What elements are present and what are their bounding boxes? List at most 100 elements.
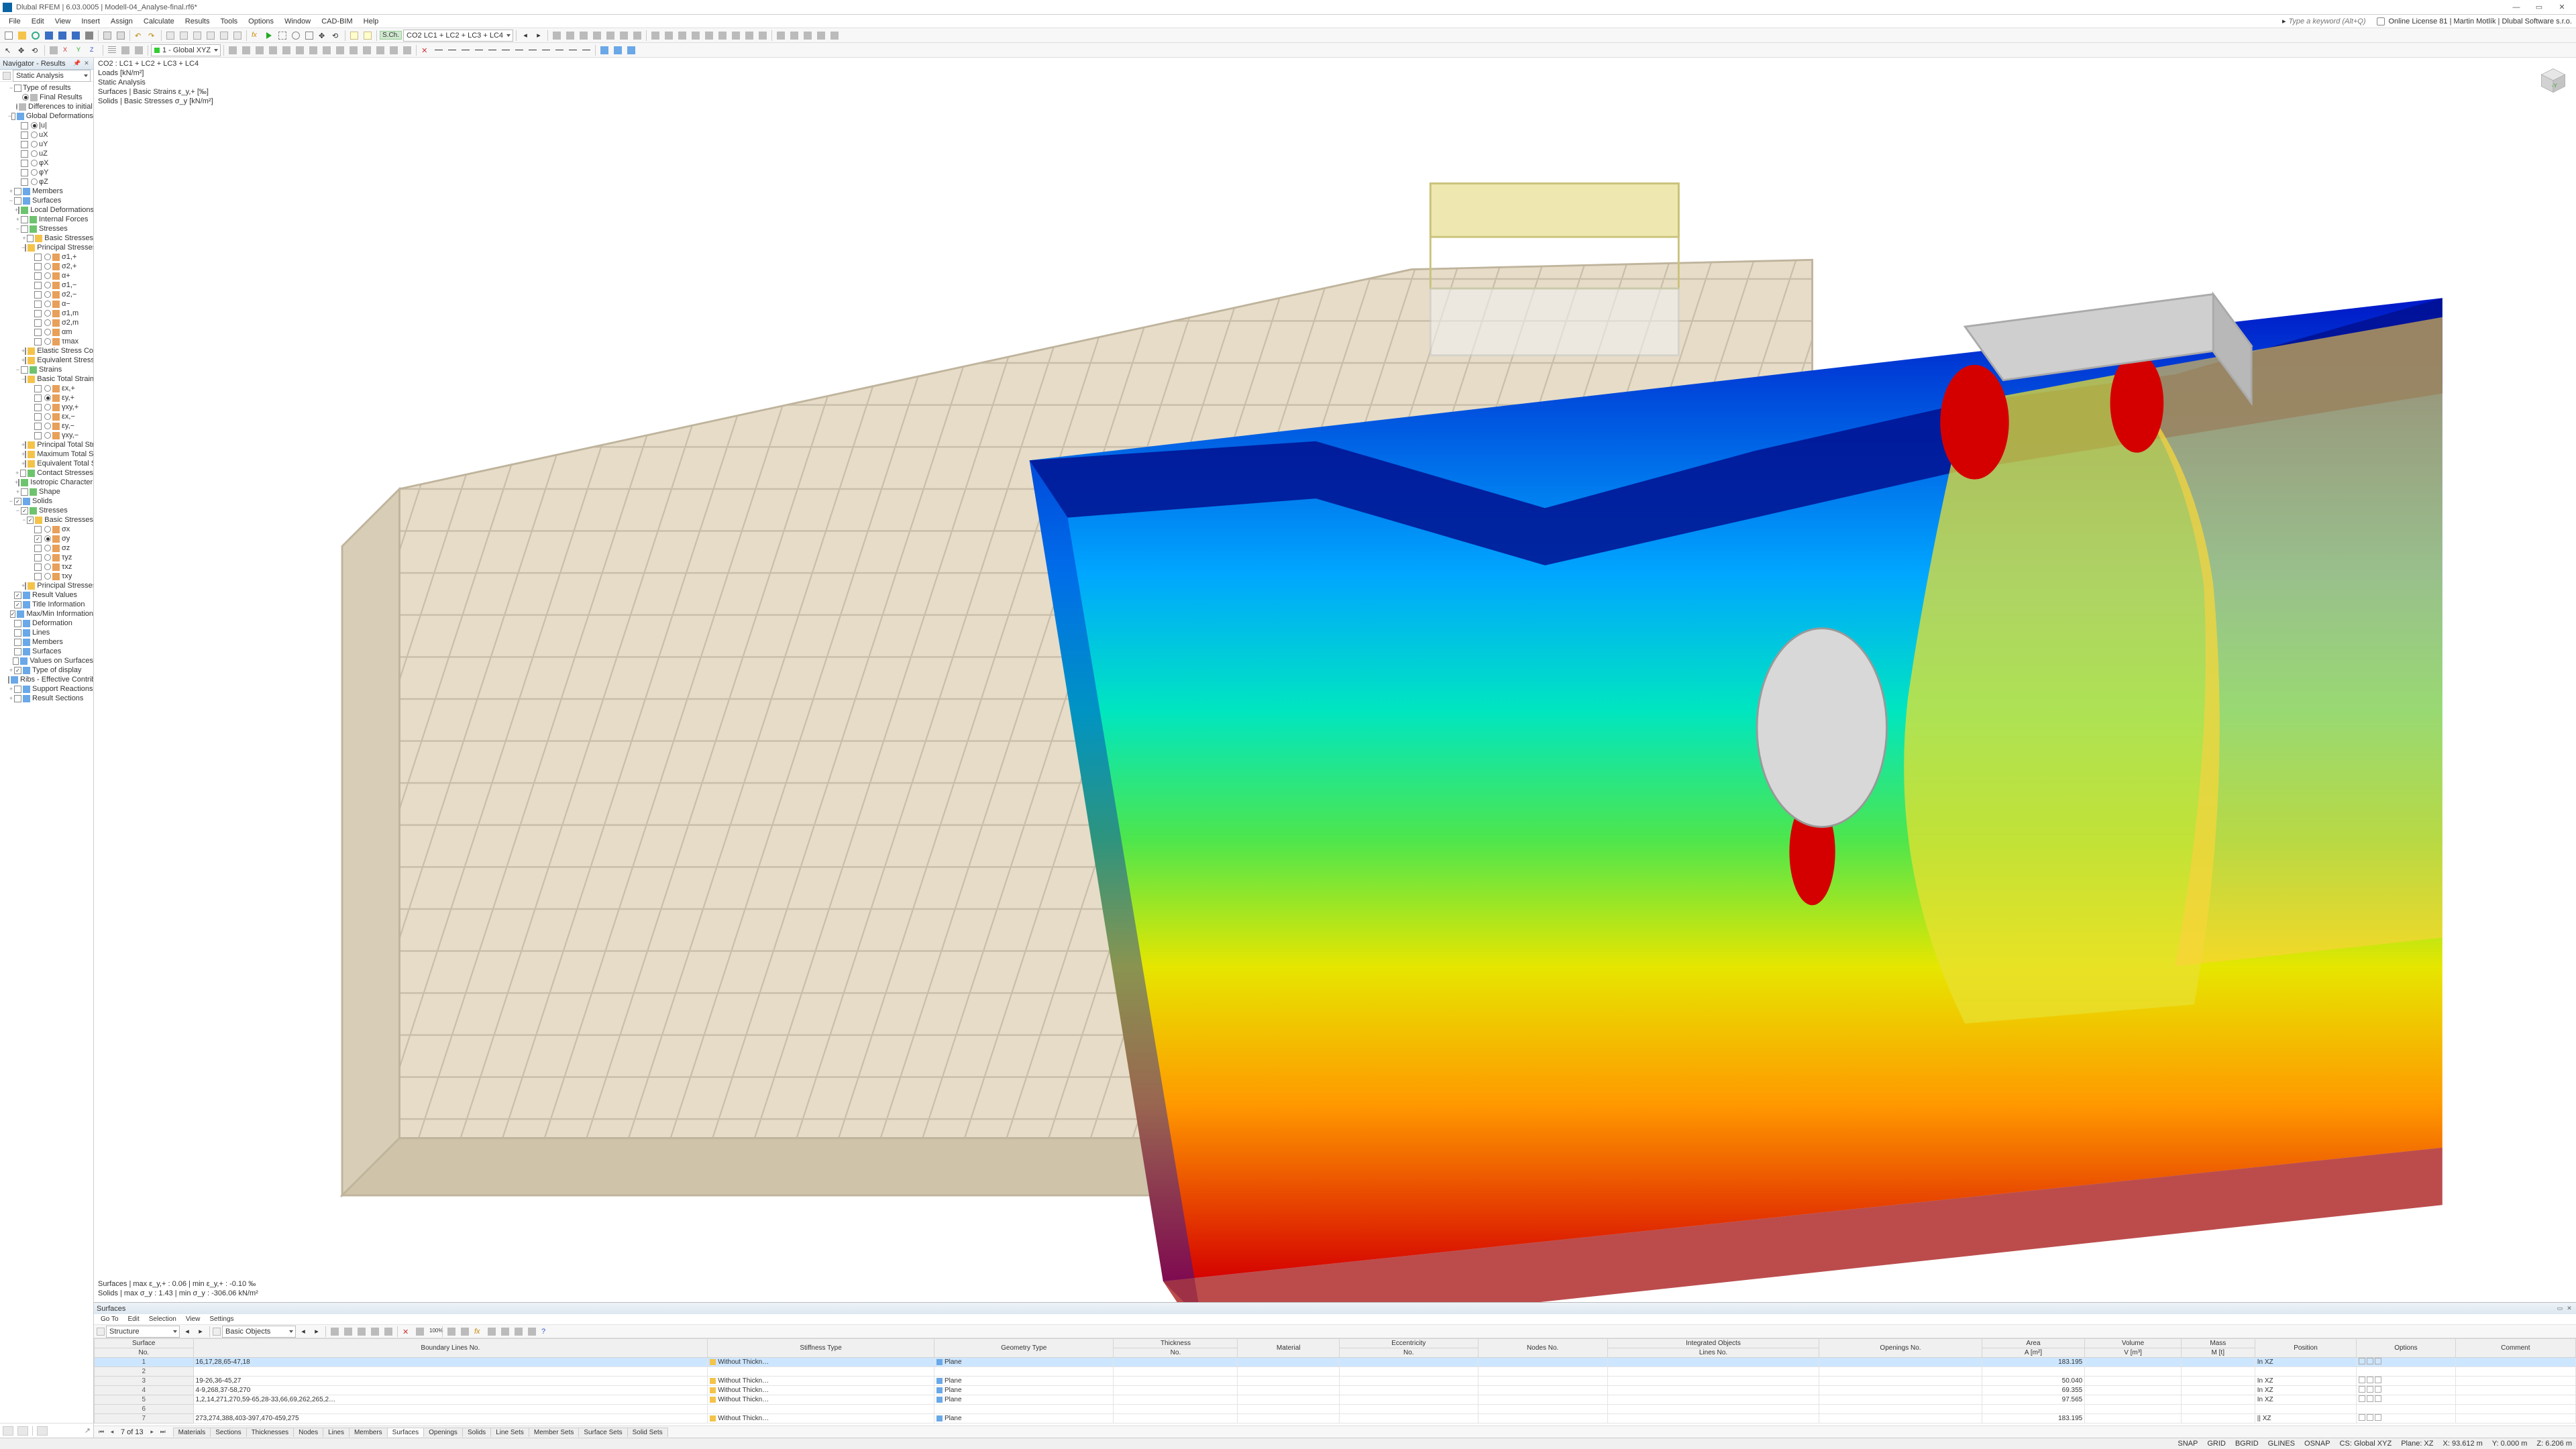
tree-node[interactable]: Lines (1, 628, 93, 637)
status-toggle[interactable]: SNAP (2178, 1440, 2198, 1448)
tree-node[interactable]: |u| (1, 121, 93, 130)
panel-close-icon[interactable]: ✕ (2565, 1305, 2573, 1313)
undo-icon[interactable]: ↶ (133, 30, 145, 42)
zoom-extents-icon[interactable] (276, 30, 288, 42)
table-tab-nodes[interactable]: Nodes (293, 1428, 323, 1437)
tree-node[interactable]: −Stresses (1, 506, 93, 515)
page-prev-icon[interactable]: ◂ (107, 1428, 117, 1437)
tree-node[interactable]: γxy,− (1, 431, 93, 440)
disp-icon[interactable] (663, 30, 675, 42)
paste-icon[interactable] (115, 30, 127, 42)
panel-menu-edit[interactable]: Edit (124, 1316, 144, 1323)
disp-icon[interactable] (703, 30, 715, 42)
nav-pin-icon[interactable]: 📌 (73, 60, 81, 68)
tree-node[interactable]: α− (1, 299, 93, 309)
tree-node[interactable]: φX (1, 158, 93, 168)
view-cube[interactable]: -Y (2538, 66, 2568, 95)
tree-node[interactable]: τyz (1, 553, 93, 562)
pt-icon[interactable] (414, 1326, 426, 1338)
tree-node[interactable]: Result Values (1, 590, 93, 600)
tree-node[interactable]: +Local Deformations (1, 205, 93, 215)
tree-node[interactable]: γxy,+ (1, 402, 93, 412)
pt-prev2-icon[interactable]: ◂ (297, 1326, 309, 1338)
minimize-button[interactable]: — (2505, 0, 2528, 15)
rotate-icon[interactable]: ⟲ (330, 30, 342, 42)
tree-node[interactable]: +Support Reactions (1, 684, 93, 694)
line-icon[interactable] (513, 44, 525, 56)
pt-icon[interactable]: ✕ (400, 1326, 413, 1338)
surfaces-table[interactable]: SurfaceBoundary Lines No.Stiffness TypeG… (94, 1338, 2576, 1426)
line-icon[interactable] (433, 44, 445, 56)
table-tab-lines[interactable]: Lines (323, 1428, 350, 1437)
tree-node[interactable]: σx (1, 525, 93, 534)
redo-icon[interactable]: ↷ (146, 30, 158, 42)
tree-node[interactable]: +Isotropic Characteristics (1, 478, 93, 487)
menu-insert[interactable]: Insert (76, 16, 105, 27)
tree-node[interactable]: −Stresses (1, 224, 93, 233)
loadcase-combo[interactable]: CO2 LC1 + LC2 + LC3 + LC4 (403, 30, 513, 42)
print-icon[interactable] (83, 30, 95, 42)
tree-node[interactable]: +Internal Forces (1, 215, 93, 224)
view6-icon[interactable] (231, 30, 244, 42)
pt-next-icon[interactable]: ▸ (195, 1326, 207, 1338)
saveall-icon[interactable] (70, 30, 82, 42)
table-tab-surfacesets[interactable]: Surface Sets (578, 1428, 627, 1437)
pt-icon[interactable] (445, 1326, 458, 1338)
x-view-icon[interactable]: X (61, 44, 73, 56)
line-icon[interactable] (527, 44, 539, 56)
keyword-search[interactable]: ▸ (2282, 17, 2369, 25)
table-tab-members[interactable]: Members (349, 1428, 388, 1437)
table-tab-openings[interactable]: Openings (423, 1428, 463, 1437)
table-row[interactable]: 116,17,28,65-47,18Without Thickn…Plane18… (95, 1358, 2576, 1367)
pt-icon[interactable] (342, 1326, 354, 1338)
tree-node[interactable]: +Maximum Total Strains (1, 449, 93, 459)
tree-node[interactable]: +Elastic Stress Components (1, 346, 93, 356)
tree-node[interactable]: σ1,− (1, 280, 93, 290)
nav-foot-icon[interactable] (3, 1426, 13, 1436)
tree-node[interactable]: +Basic Stresses (1, 233, 93, 243)
disp-icon[interactable] (591, 30, 603, 42)
disp-icon[interactable] (730, 30, 742, 42)
results-tree[interactable]: −Type of resultsFinal ResultsDifferences… (0, 82, 93, 1423)
tree-node[interactable]: −Principal Stresses (1, 243, 93, 252)
disp-icon[interactable] (815, 30, 827, 42)
disp-icon[interactable] (676, 30, 688, 42)
tree-node[interactable]: +Contact Stresses (1, 468, 93, 478)
run-icon[interactable] (263, 30, 275, 42)
panel-menu-selection[interactable]: Selection (145, 1316, 180, 1323)
tree-node[interactable]: −Surfaces (1, 196, 93, 205)
tree-node[interactable]: εy,+ (1, 393, 93, 402)
tree-node[interactable]: uY (1, 140, 93, 149)
tree-node[interactable]: φY (1, 168, 93, 177)
close-button[interactable]: ✕ (2551, 0, 2573, 15)
view4-icon[interactable] (205, 30, 217, 42)
line-icon[interactable] (460, 44, 472, 56)
disp-icon[interactable] (631, 30, 643, 42)
tree-node[interactable]: +Result Sections (1, 694, 93, 703)
tree-node[interactable]: εx,− (1, 412, 93, 421)
search-input[interactable] (2288, 17, 2369, 25)
draw-icon[interactable] (361, 44, 373, 56)
tree-node[interactable]: σz (1, 543, 93, 553)
table-row[interactable]: 6 (95, 1405, 2576, 1414)
status-toggle[interactable]: BGRID (2235, 1440, 2259, 1448)
tree-node[interactable]: −Basic Total Strains (1, 374, 93, 384)
copy-icon[interactable] (101, 30, 113, 42)
pt-icon[interactable] (459, 1326, 471, 1338)
nav-foot-icon[interactable] (37, 1426, 48, 1436)
disp-icon[interactable] (828, 30, 841, 42)
surf-icon[interactable] (598, 44, 610, 56)
line-icon[interactable] (553, 44, 566, 56)
tree-node[interactable]: +Equivalent Stresses (1, 356, 93, 365)
table-row[interactable]: 2 (95, 1367, 2576, 1377)
tree-node[interactable]: αm (1, 327, 93, 337)
menu-view[interactable]: View (50, 16, 76, 27)
pan-icon[interactable]: ✥ (317, 30, 329, 42)
nav-foot-icon[interactable] (17, 1426, 28, 1436)
tree-node[interactable]: +Principal Total Strains (1, 440, 93, 449)
pt-help-icon[interactable]: ? (539, 1326, 551, 1338)
z-view-icon[interactable]: Z (88, 44, 100, 56)
disp-icon[interactable] (757, 30, 769, 42)
tree-node[interactable]: σ2,− (1, 290, 93, 299)
table-row[interactable]: 44-9,268,37-58,270Without Thickn…Plane69… (95, 1386, 2576, 1395)
